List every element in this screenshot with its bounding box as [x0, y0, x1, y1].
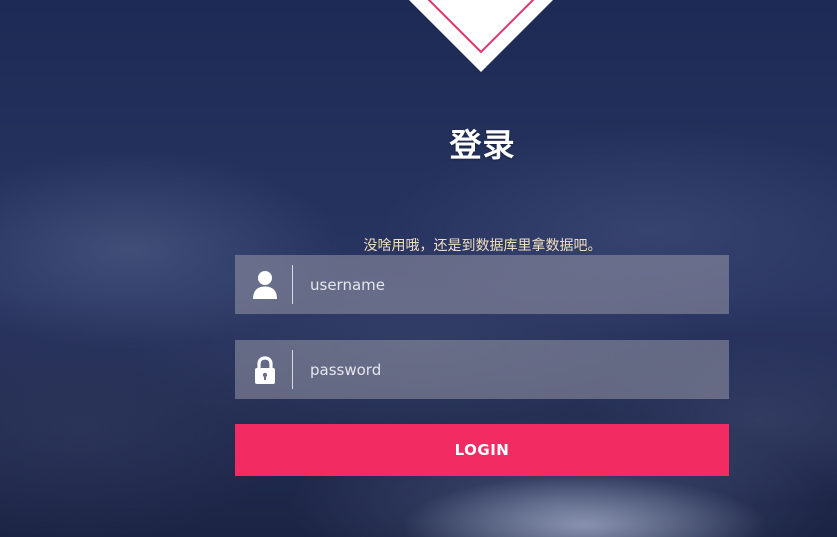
page-subtitle: 没啥用哦，还是到数据库里拿数据吧。	[363, 238, 602, 254]
user-icon	[251, 270, 279, 300]
password-input[interactable]	[310, 340, 710, 399]
field-divider	[292, 350, 293, 389]
username-input[interactable]	[310, 255, 710, 314]
login-button[interactable]: LOGIN	[235, 424, 729, 476]
password-field[interactable]	[235, 340, 729, 399]
field-divider	[292, 265, 293, 304]
lock-icon	[251, 355, 279, 385]
username-field[interactable]	[235, 255, 729, 314]
page-title: 登录	[449, 126, 516, 164]
diamond-logo-icon	[405, 0, 557, 74]
